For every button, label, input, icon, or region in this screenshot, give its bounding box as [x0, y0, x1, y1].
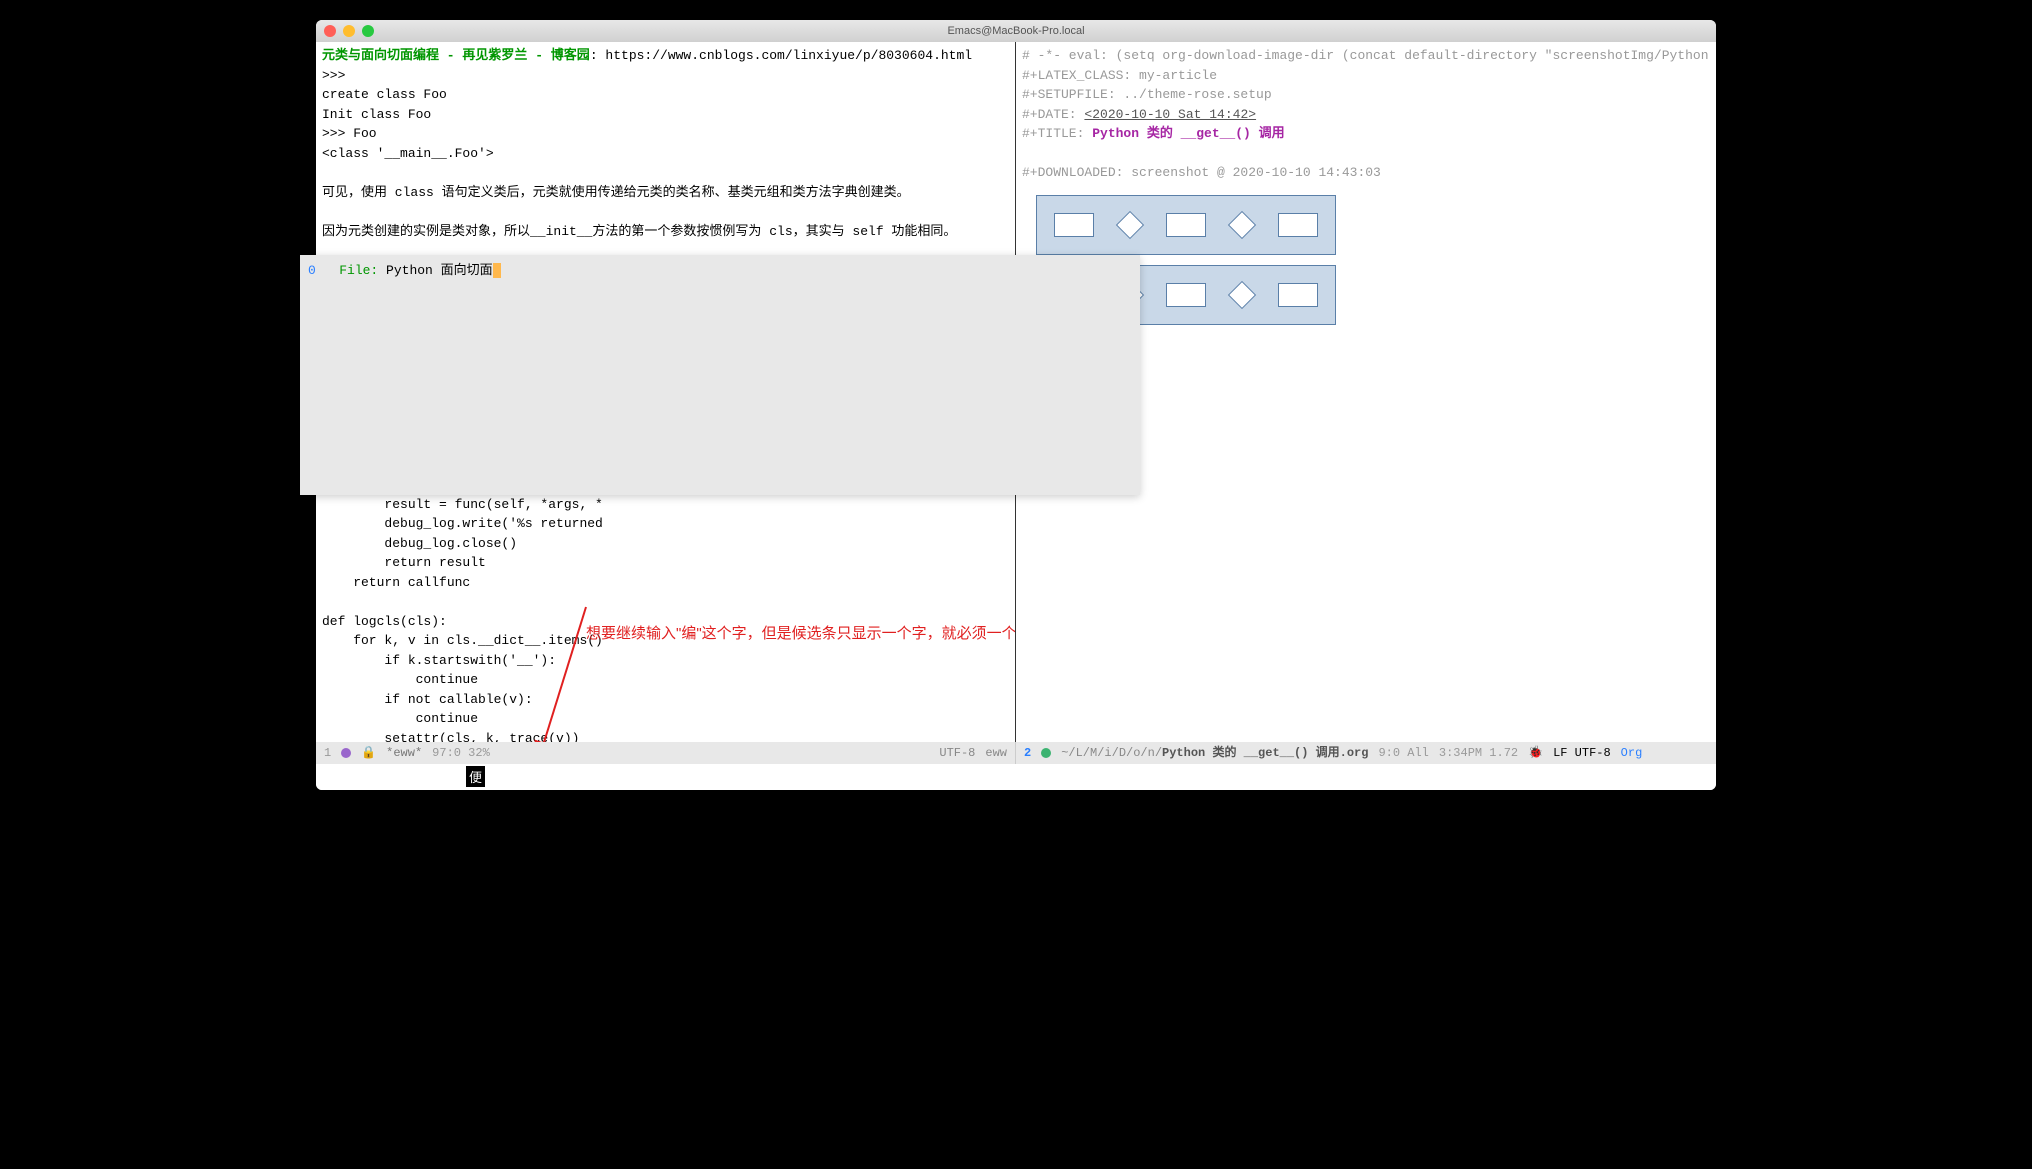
org-prop-title-k: #+TITLE: — [1022, 126, 1092, 141]
ml-window-num-r: 2 — [1024, 742, 1031, 764]
close-icon[interactable] — [324, 25, 336, 37]
major-mode: eww — [985, 742, 1007, 764]
modeline: 1 🔒 *eww* 97:0 32% UTF-8 eww 2 ~/L/M/i/D… — [316, 742, 1716, 764]
bug-icon: 🐞 — [1528, 742, 1543, 764]
emacs-window: Emacs@MacBook-Pro.local 元类与面向切面编程 - 再见紫罗… — [316, 20, 1716, 790]
page-url: : https://www.cnblogs.com/linxiyue/p/803… — [590, 48, 972, 63]
encoding: UTF-8 — [939, 742, 975, 764]
minibuffer[interactable]: 便 — [316, 764, 1716, 790]
ime-candidate[interactable]: 便 — [466, 766, 485, 787]
org-downloaded: #+DOWNLOADED: screenshot @ 2020-10-10 14… — [1022, 165, 1381, 180]
major-mode-r: Org — [1621, 742, 1643, 764]
buffer-name[interactable]: *eww* — [386, 742, 422, 764]
file-path[interactable]: ~/L/M/i/D/o/n/Python 类的 __get__() 调用.org — [1061, 742, 1368, 764]
zoom-icon[interactable] — [362, 25, 374, 37]
status-dot-icon — [1041, 748, 1051, 758]
window-title: Emacs@MacBook-Pro.local — [947, 25, 1084, 37]
titlebar[interactable]: Emacs@MacBook-Pro.local — [316, 20, 1716, 42]
lock-icon: 🔒 — [361, 742, 376, 764]
line-ending: LF UTF-8 — [1553, 742, 1611, 764]
editor-content: 元类与面向切面编程 - 再见紫罗兰 - 博客园: https://www.cnb… — [316, 42, 1716, 742]
status-dot-icon — [341, 748, 351, 758]
org-prop-date-k: #+DATE: — [1022, 107, 1084, 122]
completion-popup[interactable]: 0 File: Python 面向切面 — [316, 255, 1140, 495]
cursor-icon — [493, 263, 501, 278]
org-prop-eval: # -*- eval: (setq org-download-image-dir… — [1022, 48, 1716, 63]
minimize-icon[interactable] — [343, 25, 355, 37]
ml-window-num: 1 — [324, 742, 331, 764]
popup-text: Python 面向切面 — [386, 263, 493, 278]
body-text-1: >>> create class Foo Init class Foo >>> … — [322, 68, 956, 239]
traffic-lights — [324, 25, 374, 37]
org-date: <2020-10-10 Sat 14:42> — [1084, 107, 1256, 122]
org-title: Python 类的 __get__() 调用 — [1092, 126, 1284, 141]
clock: 3:34PM 1.72 — [1439, 742, 1518, 764]
arrow-icon — [531, 602, 591, 742]
org-prop-setup: #+SETUPFILE: ../theme-rose.setup — [1022, 87, 1272, 102]
modeline-right[interactable]: 2 ~/L/M/i/D/o/n/Python 类的 __get__() 调用.o… — [1016, 742, 1716, 764]
cursor-position: 97:0 32% — [432, 742, 490, 764]
page-title-link[interactable]: 元类与面向切面编程 - 再见紫罗兰 - 博客园 — [322, 48, 590, 63]
org-prop-latex: #+LATEX_CLASS: my-article — [1022, 68, 1217, 83]
modeline-left[interactable]: 1 🔒 *eww* 97:0 32% UTF-8 eww — [316, 742, 1016, 764]
org-buffer[interactable]: # -*- eval: (setq org-download-image-dir… — [1016, 42, 1716, 187]
cursor-position-r: 9:0 All — [1378, 742, 1428, 764]
user-annotation: 想要继续输入"编"这个字，但是候选条只显示一个字，就必须一个一个的选，有时全部选… — [586, 622, 1016, 643]
popup-label: File: — [339, 263, 378, 278]
